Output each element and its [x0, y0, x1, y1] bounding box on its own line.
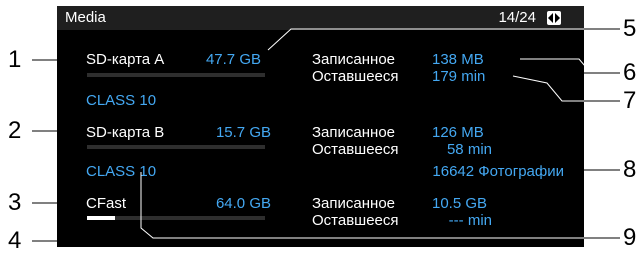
callout-number: 3: [8, 189, 22, 216]
callout-number: 6: [623, 59, 637, 86]
callout-number: 5: [623, 15, 637, 42]
callout-number: 2: [8, 117, 22, 144]
callout-lines: [32, 28, 620, 242]
callout-number: 7: [623, 87, 637, 114]
callout-number: 4: [8, 227, 22, 254]
callout-number: 9: [623, 224, 637, 251]
callout-number: 8: [623, 156, 637, 183]
callout-number: 1: [8, 46, 22, 73]
